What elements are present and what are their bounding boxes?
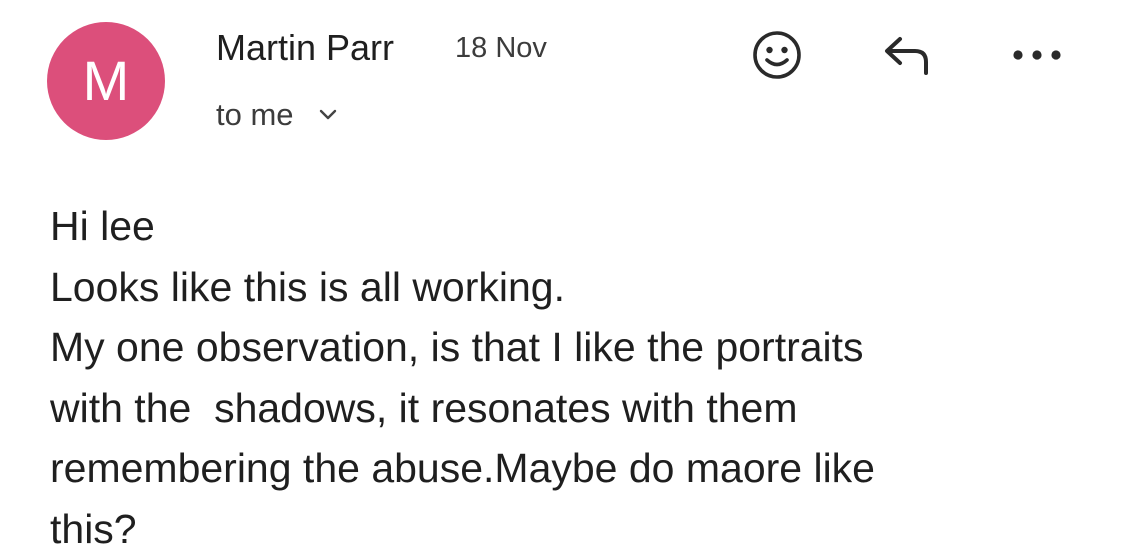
sender-name[interactable]: Martin Parr [216,27,394,69]
recipient-details-toggle[interactable]: to me [216,95,338,135]
body-line: My one observation, is that I like the p… [50,324,864,370]
more-icon [1009,47,1065,68]
email-date: 18 Nov [455,32,547,64]
email-body: Hi lee Looks like this is all working. M… [50,196,1100,559]
more-options-button[interactable] [1005,25,1069,89]
chevron-down-icon [318,108,338,122]
reply-button[interactable] [877,25,941,89]
recipient-label: to me [216,97,294,132]
sender-avatar[interactable]: M [47,22,165,140]
reply-icon [881,33,937,82]
body-line: with the shadows, it resonates with them [50,384,798,431]
body-line: Looks like this is all working. [50,263,565,310]
body-line: remembering the abuse.Maybe do maore lik… [50,445,875,491]
email-header: M Martin Parr 18 Nov to me [0,0,1125,170]
add-reaction-button[interactable] [745,25,809,89]
body-line: this? [50,505,137,552]
body-line: Hi lee [50,203,155,249]
emoji-icon [751,29,803,86]
